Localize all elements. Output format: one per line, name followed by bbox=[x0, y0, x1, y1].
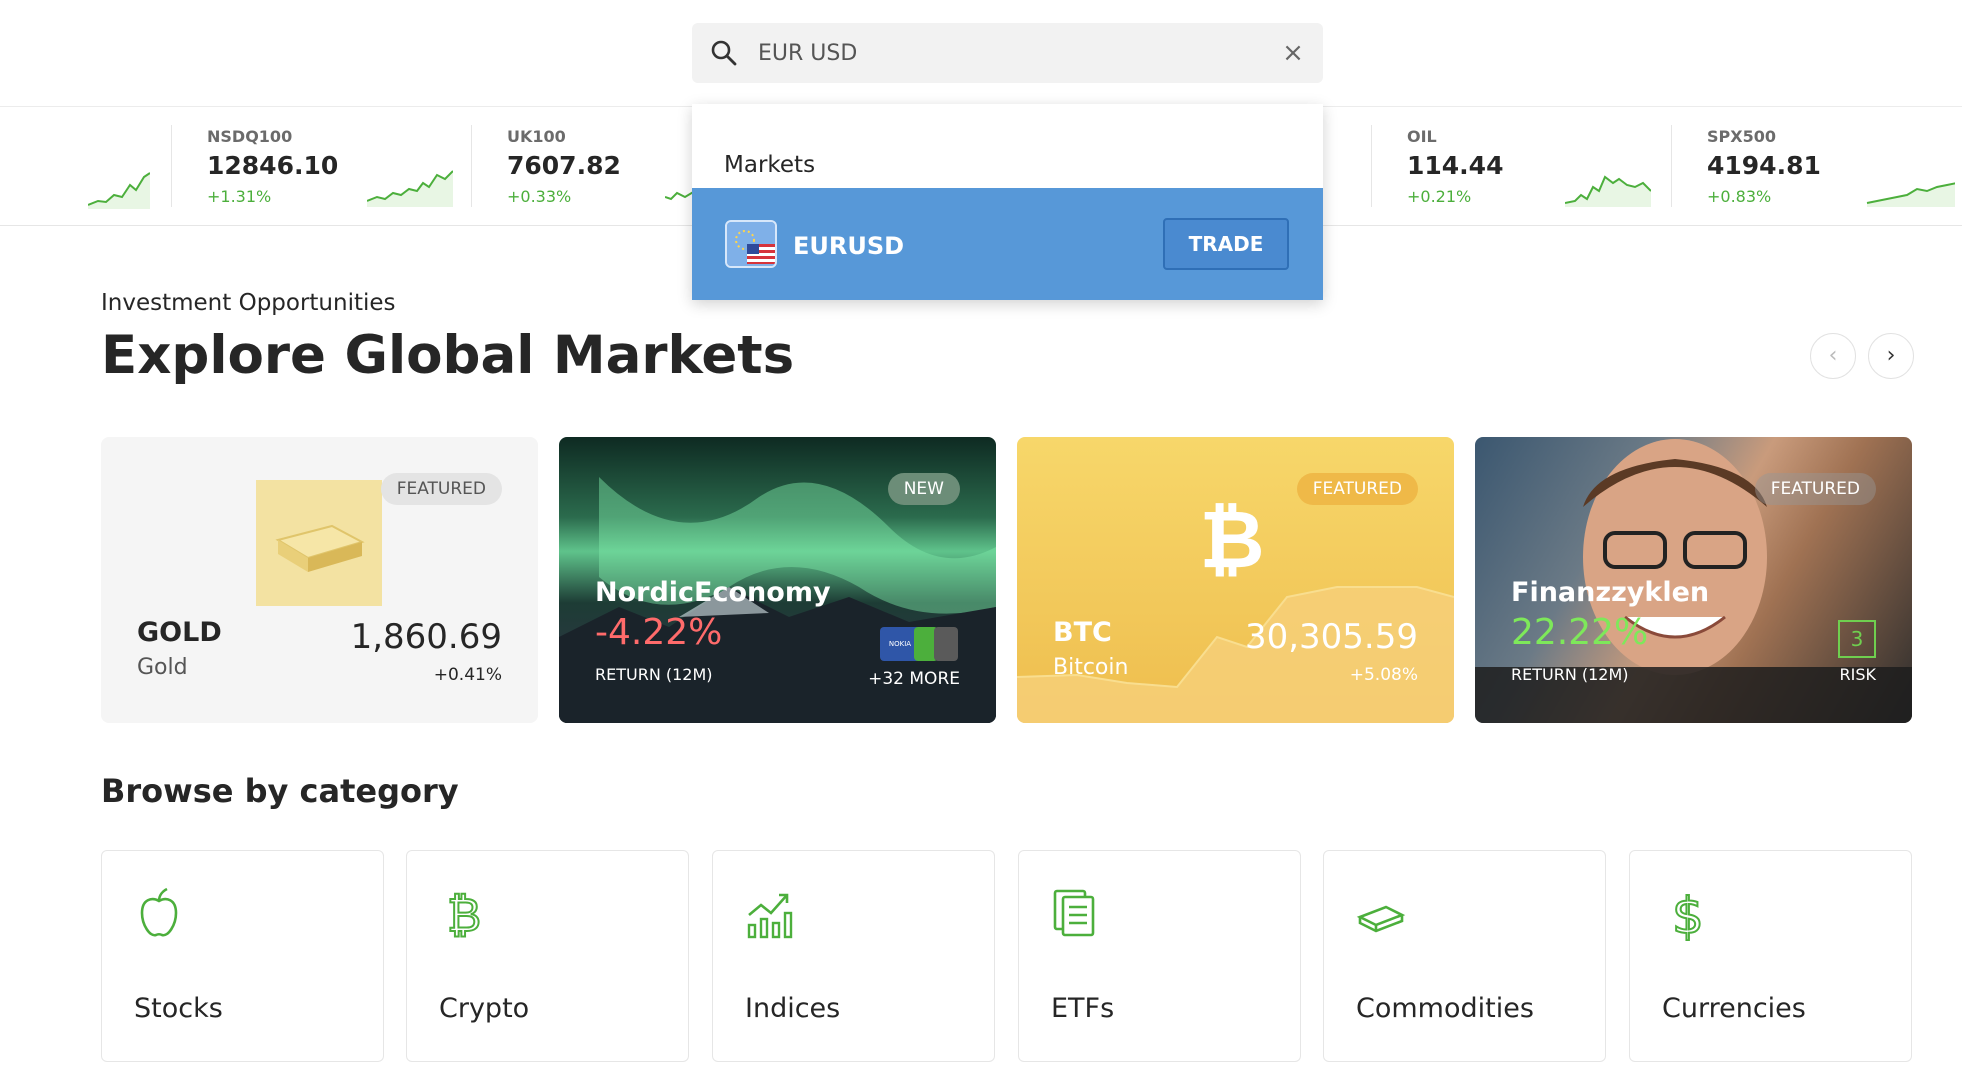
browse-category-title: Browse by category bbox=[101, 772, 459, 810]
search-result-row[interactable]: EURUSD TRADE bbox=[692, 188, 1323, 300]
ticker-divider bbox=[171, 125, 172, 207]
card-value: 30,305.59 bbox=[1244, 617, 1418, 657]
ticker-name: NSDQ100 bbox=[207, 127, 293, 146]
documents-icon bbox=[1053, 889, 1095, 937]
chart-up-icon bbox=[747, 893, 793, 939]
ticker-sparkline bbox=[1565, 175, 1651, 207]
gold-bar-image bbox=[256, 480, 382, 606]
bitcoin-icon: ₿ bbox=[446, 887, 482, 941]
category-commodities[interactable]: Commodities bbox=[1323, 850, 1606, 1062]
search-bar[interactable]: × bbox=[692, 23, 1323, 83]
holding-logos: NOKIA bbox=[880, 627, 960, 661]
page-title: Explore Global Markets bbox=[101, 325, 795, 386]
ticker-change: +1.31% bbox=[207, 187, 272, 206]
svg-text:$: $ bbox=[1672, 887, 1704, 941]
trade-button[interactable]: TRADE bbox=[1163, 218, 1289, 270]
market-card-gold[interactable]: FEATURED GOLD Gold 1,860.69 +0.41% bbox=[101, 437, 538, 723]
ticker-name: SPX500 bbox=[1707, 127, 1776, 146]
category-label: Crypto bbox=[439, 993, 530, 1024]
ticker-item[interactable]: SPX500 4194.81 +0.83% bbox=[1671, 107, 1962, 225]
category-crypto[interactable]: ₿ Crypto bbox=[406, 850, 689, 1062]
market-card-finanzzyklen[interactable]: FEATURED Finanzzyklen 22.22% RETURN (12M… bbox=[1475, 437, 1912, 723]
ticker-name: OIL bbox=[1407, 127, 1437, 146]
ticker-sparkline-partial bbox=[88, 172, 150, 209]
card-change: +0.41% bbox=[433, 665, 502, 685]
ticker-change: +0.21% bbox=[1407, 187, 1472, 206]
category-label: ETFs bbox=[1051, 993, 1115, 1024]
ticker-price: 4194.81 bbox=[1707, 151, 1821, 180]
ticker-price: 7607.82 bbox=[507, 151, 621, 180]
svg-text:₿: ₿ bbox=[447, 888, 481, 941]
section-eyebrow: Investment Opportunities bbox=[101, 290, 396, 316]
card-subtitle: Bitcoin bbox=[1053, 655, 1129, 680]
search-icon bbox=[711, 40, 737, 66]
ticker-divider bbox=[471, 125, 472, 207]
category-label: Currencies bbox=[1662, 993, 1806, 1024]
search-input[interactable] bbox=[758, 33, 1258, 73]
ticker-divider bbox=[1671, 125, 1672, 207]
category-label: Indices bbox=[745, 993, 841, 1024]
ticker-price: 12846.10 bbox=[207, 151, 339, 180]
card-change: +5.08% bbox=[1349, 665, 1418, 685]
card-name: Finanzzyklen bbox=[1511, 577, 1710, 608]
search-results-dropdown: Markets EURUSD TRADE bbox=[692, 104, 1323, 300]
card-badge: FEATURED bbox=[1754, 473, 1876, 505]
carousel-prev-button[interactable]: ‹ bbox=[1810, 333, 1856, 379]
carousel-next-button[interactable]: › bbox=[1868, 333, 1914, 379]
ticker-price: 114.44 bbox=[1407, 151, 1504, 180]
ticker-item[interactable]: OIL 114.44 +0.21% bbox=[1371, 107, 1671, 225]
card-badge: NEW bbox=[887, 473, 960, 505]
ticker-divider bbox=[1371, 125, 1372, 207]
market-card-nordiceconomy[interactable]: NEW NordicEconomy -4.22% RETURN (12M) NO… bbox=[559, 437, 996, 723]
ticker-name: UK100 bbox=[507, 127, 566, 146]
clear-search-button[interactable]: × bbox=[1279, 37, 1307, 69]
category-label: Stocks bbox=[134, 993, 223, 1024]
eurusd-flag-icon bbox=[725, 220, 777, 268]
top-header: × bbox=[0, 0, 1962, 107]
category-indices[interactable]: Indices bbox=[712, 850, 995, 1062]
risk-label: RISK bbox=[1839, 665, 1876, 684]
results-section-title: Markets bbox=[724, 152, 816, 178]
card-return-label: RETURN (12M) bbox=[1511, 665, 1629, 684]
category-stocks[interactable]: Stocks bbox=[101, 850, 384, 1062]
gold-bar-icon bbox=[1356, 905, 1406, 933]
stock-logo-grey bbox=[934, 627, 958, 661]
card-name: GOLD bbox=[137, 617, 222, 648]
ticker-item[interactable]: NSDQ100 12846.10 +1.31% bbox=[171, 107, 471, 225]
card-name: BTC bbox=[1053, 617, 1112, 648]
category-etfs[interactable]: ETFs bbox=[1018, 850, 1301, 1062]
market-card-btc[interactable]: ₿ FEATURED BTC Bitcoin 30,305.59 +5.08% bbox=[1017, 437, 1454, 723]
bitcoin-logo-icon: ₿ bbox=[1199, 497, 1264, 581]
svg-text:₿: ₿ bbox=[1199, 497, 1264, 581]
card-badge: FEATURED bbox=[380, 473, 502, 505]
risk-score-badge: 3 bbox=[1838, 620, 1876, 658]
result-symbol: EURUSD bbox=[793, 232, 905, 260]
card-return: -4.22% bbox=[595, 612, 723, 653]
card-return: 22.22% bbox=[1511, 612, 1649, 653]
category-label: Commodities bbox=[1356, 993, 1534, 1024]
card-return-label: RETURN (12M) bbox=[595, 665, 713, 684]
category-currencies[interactable]: $ Currencies bbox=[1629, 850, 1912, 1062]
card-badge: FEATURED bbox=[1296, 473, 1418, 505]
ticker-sparkline bbox=[367, 170, 453, 207]
card-value: 1,860.69 bbox=[350, 617, 502, 657]
card-more-holdings: +32 MORE bbox=[868, 669, 960, 689]
card-name: NordicEconomy bbox=[595, 577, 831, 608]
dollar-icon: $ bbox=[1671, 886, 1705, 941]
ticker-change: +0.33% bbox=[507, 187, 572, 206]
card-subtitle: Gold bbox=[137, 655, 188, 680]
ticker-change: +0.83% bbox=[1707, 187, 1772, 206]
apple-icon bbox=[140, 887, 178, 937]
ticker-sparkline bbox=[1866, 182, 1955, 207]
